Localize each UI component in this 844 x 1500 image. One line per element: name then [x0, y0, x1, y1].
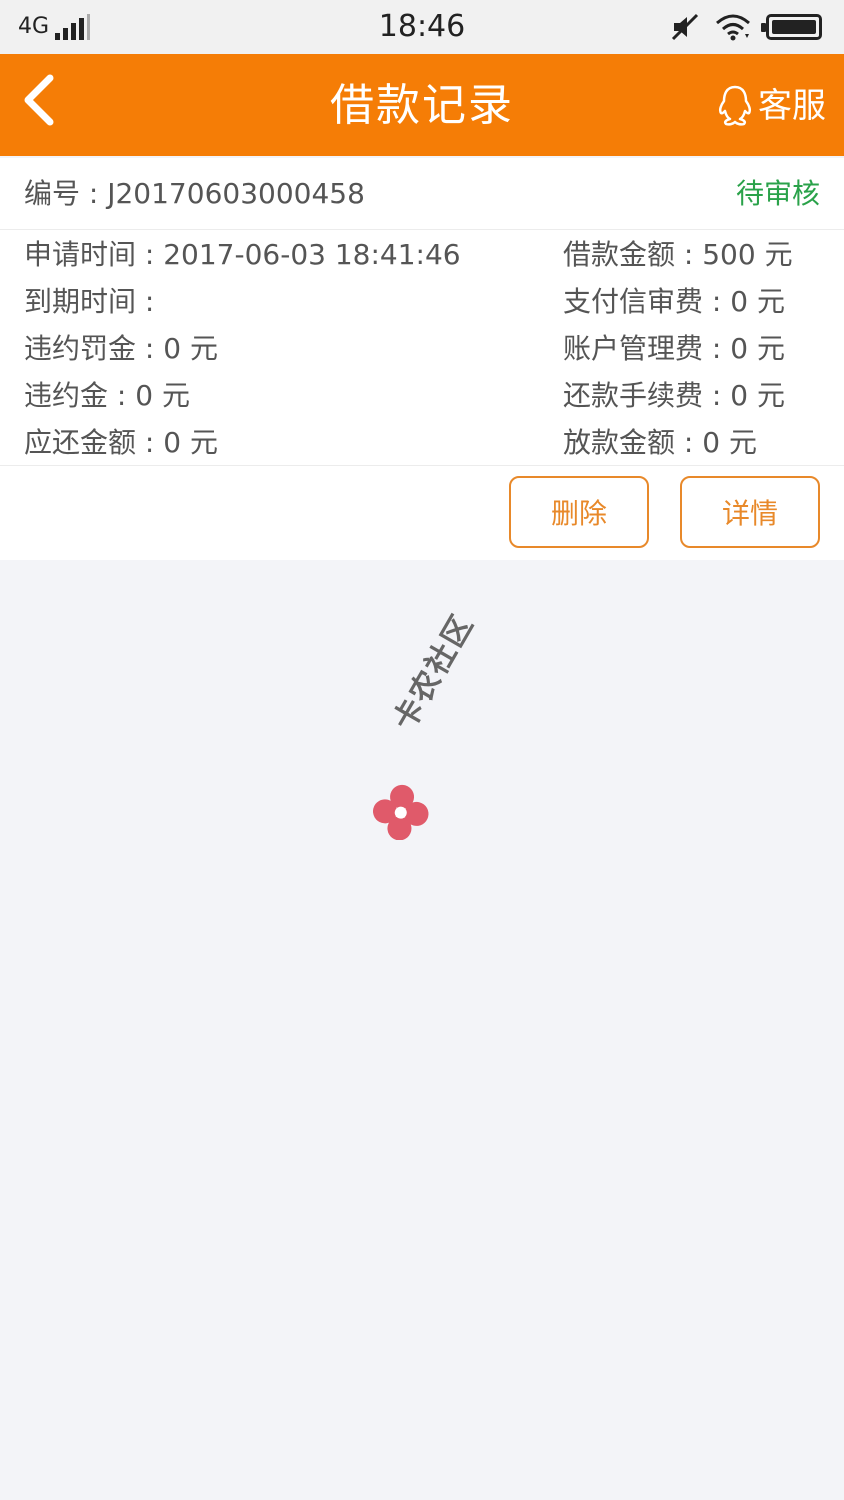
detail-row: 违约金 : 0 元 还款手续费 : 0 元 [0, 373, 844, 419]
detail-row: 违约罚金 : 0 元 账户管理费 : 0 元 [0, 326, 844, 372]
loan-record-card: 编号 : J20170603000458 待审核 申请时间 : 2017-06-… [0, 158, 844, 560]
status-bar: 4G 18:46 [0, 0, 844, 54]
due-time: 到期时间 : [24, 285, 155, 318]
late-penalty: 违约罚金 : 0 元 [24, 332, 218, 365]
credit-review-fee: 支付信审费 : 0 元 [563, 285, 785, 318]
record-header: 编号 : J20170603000458 待审核 [0, 158, 844, 230]
default-fee: 违约金 : 0 元 [24, 379, 190, 412]
account-management-fee: 账户管理费 : 0 元 [563, 332, 785, 365]
status-badge: 待审核 [735, 177, 820, 210]
mute-icon [671, 13, 699, 41]
delete-button[interactable]: 删除 [509, 476, 649, 548]
system-icons [670, 12, 822, 42]
amount-due: 应还金额 : 0 元 [24, 426, 218, 459]
customer-service-label: 客服 [758, 86, 826, 126]
disbursed-amount: 放款金额 : 0 元 [563, 426, 757, 459]
battery-icon [761, 14, 822, 40]
wifi-icon [716, 14, 750, 41]
detail-row: 应还金额 : 0 元 放款金额 : 0 元 [0, 420, 844, 466]
detail-row: 申请时间 : 2017-06-03 18:41:46 借款金额 : 500 元 [0, 232, 844, 278]
loan-amount: 借款金额 : 500 元 [563, 238, 793, 271]
qq-penguin-icon [718, 85, 752, 126]
order-number: 编号 : J20170603000458 [24, 177, 365, 210]
repayment-fee: 还款手续费 : 0 元 [563, 379, 785, 412]
app-header: 借款记录 客服 [0, 54, 844, 156]
detail-row: 到期时间 : 支付信审费 : 0 元 [0, 279, 844, 325]
detail-button[interactable]: 详情 [680, 476, 820, 548]
record-details: 申请时间 : 2017-06-03 18:41:46 借款金额 : 500 元 … [0, 232, 844, 466]
apply-time: 申请时间 : 2017-06-03 18:41:46 [24, 238, 461, 271]
customer-service-button[interactable]: 客服 [716, 84, 826, 128]
